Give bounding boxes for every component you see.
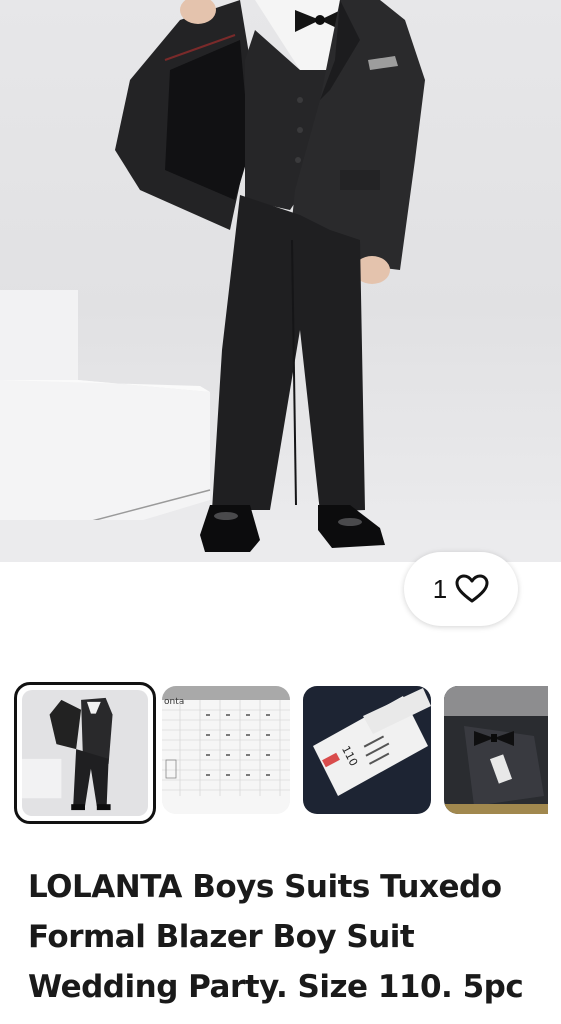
thumbnail-1[interactable] xyxy=(14,682,156,824)
like-button[interactable]: 1 xyxy=(404,552,518,626)
thumbnail-bow-tie xyxy=(444,686,548,814)
thumbnail-3[interactable]: 110 xyxy=(303,686,431,814)
thumbnail-size-chart: onta xyxy=(162,686,290,814)
thumbnail-suit-photo xyxy=(22,690,148,816)
listing-title: LOLANTA Boys Suits Tuxedo Formal Blazer … xyxy=(28,869,524,1005)
thumbnail-4[interactable] xyxy=(444,686,548,814)
product-main-image[interactable] xyxy=(0,0,561,562)
heart-outline-icon xyxy=(455,574,489,603)
size-chart-brand-text: onta xyxy=(164,697,184,707)
thumbnail-2[interactable]: onta xyxy=(162,686,290,814)
like-count: 1 xyxy=(432,574,448,604)
suit-photo xyxy=(0,0,561,562)
thumbnail-strip[interactable]: onta 110 xyxy=(0,682,561,824)
thumbnail-size-tag: 110 xyxy=(303,686,431,814)
